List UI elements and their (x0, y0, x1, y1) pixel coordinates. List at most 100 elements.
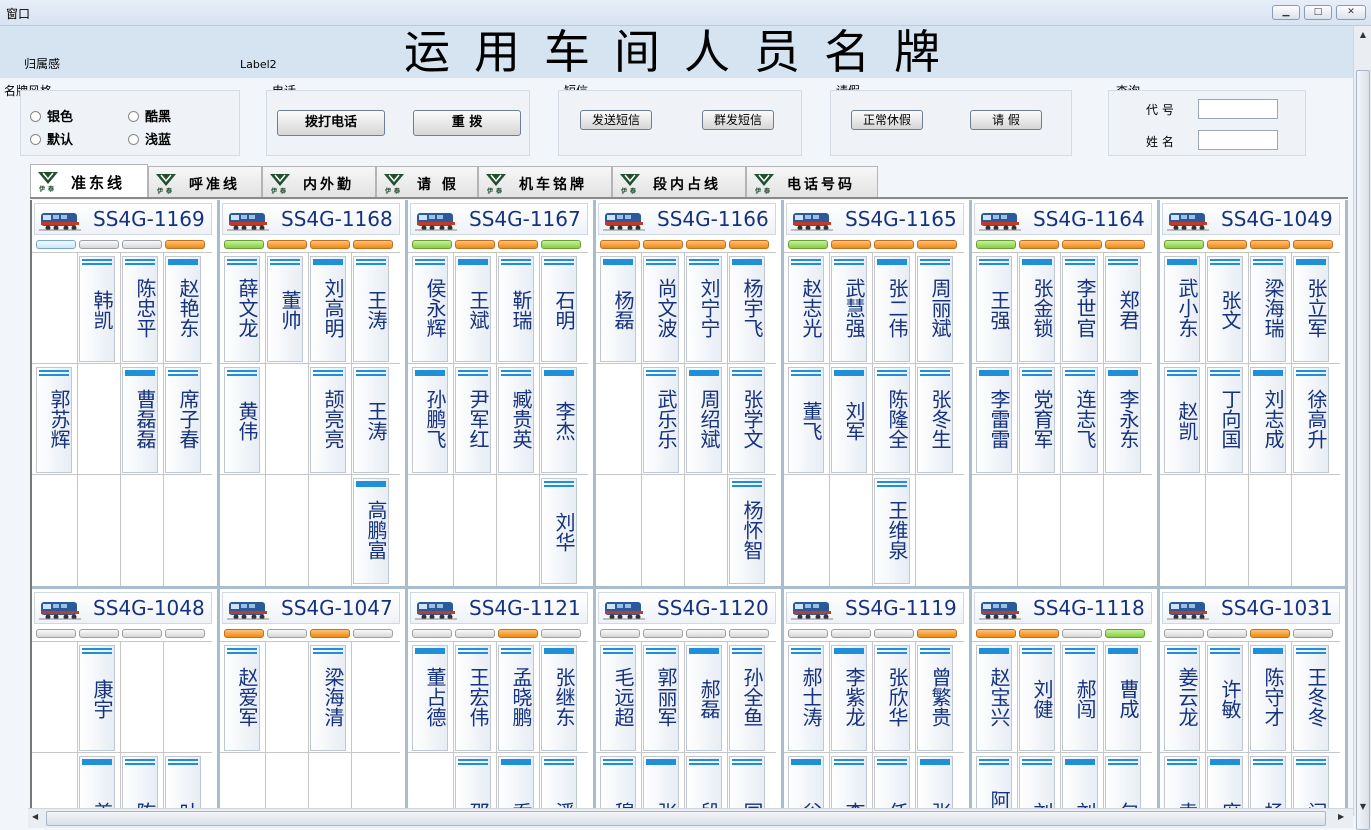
status-lamp[interactable] (874, 629, 914, 638)
crew-card[interactable]: 张立军 (1293, 256, 1329, 362)
crew-card[interactable]: 张冬生 (917, 367, 953, 473)
crew-card[interactable]: 赵爱军 (224, 645, 260, 751)
status-lamp[interactable] (643, 240, 683, 249)
status-lamp[interactable] (224, 240, 264, 249)
status-lamp[interactable] (831, 240, 871, 249)
crew-card[interactable]: 包 (1105, 756, 1141, 810)
locomotive-header[interactable]: SS4G-1049 (1162, 203, 1340, 235)
vertical-scroll-thumb[interactable] (1356, 70, 1370, 830)
crew-card[interactable]: 高鹏富 (353, 478, 389, 584)
crew-card[interactable]: 韩凯 (79, 256, 115, 362)
dial-button[interactable]: 拨打电话 (277, 110, 385, 136)
locomotive-header[interactable]: SS4G-1169 (34, 203, 212, 235)
crew-card[interactable]: 孙全鱼 (729, 645, 765, 751)
status-lamp[interactable] (788, 240, 828, 249)
locomotive-header[interactable]: SS4G-1047 (222, 592, 400, 624)
status-lamp[interactable] (1105, 240, 1145, 249)
name-input[interactable] (1198, 130, 1278, 150)
crew-card[interactable]: 张金锁 (1019, 256, 1055, 362)
crew-card[interactable]: 张 (643, 756, 679, 810)
crew-card[interactable]: 刘高明 (310, 256, 346, 362)
status-lamp[interactable] (600, 240, 640, 249)
status-lamp[interactable] (412, 629, 452, 638)
status-lamp[interactable] (831, 629, 871, 638)
crew-card[interactable]: 郝闯 (1062, 645, 1098, 751)
status-lamp[interactable] (1207, 629, 1247, 638)
close-icon[interactable]: ✕ (1336, 5, 1366, 20)
tab-1[interactable]: 伊泰 呼准线 (148, 166, 262, 198)
crew-card[interactable]: 许敏 (1207, 645, 1243, 751)
crew-card[interactable]: 郝磊 (686, 645, 722, 751)
minimize-icon[interactable]: ▁ (1272, 5, 1300, 20)
crew-card[interactable]: 陈守才 (1250, 645, 1286, 751)
crew-card[interactable]: 张文 (1207, 256, 1243, 362)
style-option-silver[interactable]: 银色 (30, 106, 73, 125)
crew-card[interactable]: 王斌 (455, 256, 491, 362)
status-lamp[interactable] (412, 240, 452, 249)
normal-leave-button[interactable]: 正常休假 (851, 110, 923, 130)
locomotive-header[interactable]: SS4G-1168 (222, 203, 400, 235)
crew-card[interactable]: 臧贵英 (498, 367, 534, 473)
crew-card[interactable]: 潘 (541, 756, 577, 810)
crew-card[interactable]: 王宏伟 (455, 645, 491, 751)
crew-card[interactable]: 赵宝兴 (976, 645, 1012, 751)
tab-0[interactable]: 伊泰 准东线 (30, 164, 148, 198)
status-lamp[interactable] (267, 240, 307, 249)
locomotive-header[interactable]: SS4G-1165 (786, 203, 964, 235)
crew-card[interactable]: 李永东 (1105, 367, 1141, 473)
crew-card[interactable]: 谷 (788, 756, 824, 810)
status-lamp[interactable] (1062, 629, 1102, 638)
status-lamp[interactable] (1164, 240, 1204, 249)
status-lamp[interactable] (1105, 629, 1145, 638)
status-lamp[interactable] (788, 629, 828, 638)
tab-3[interactable]: 伊泰 请 假 (376, 166, 478, 198)
status-lamp[interactable] (36, 629, 76, 638)
crew-card[interactable]: 郭丽军 (643, 645, 679, 751)
send-sms-button[interactable]: 发送短信 (580, 110, 652, 130)
crew-card[interactable]: 孟晓鹏 (498, 645, 534, 751)
status-lamp[interactable] (79, 629, 119, 638)
request-leave-button[interactable]: 请 假 (970, 110, 1042, 130)
status-lamp[interactable] (1250, 240, 1290, 249)
crew-card[interactable]: 李紫龙 (831, 645, 867, 751)
status-lamp[interactable] (643, 629, 683, 638)
crew-card[interactable]: 杨宇飞 (729, 256, 765, 362)
locomotive-header[interactable]: SS4G-1031 (1162, 592, 1340, 624)
crew-card[interactable]: 董占德 (412, 645, 448, 751)
crew-card[interactable]: 刘 (1019, 756, 1055, 810)
crew-card[interactable]: 曹磊磊 (122, 367, 158, 473)
crew-card[interactable]: 张欣华 (874, 645, 910, 751)
crew-card[interactable]: 王强 (976, 256, 1012, 362)
crew-card[interactable]: 周绍斌 (686, 367, 722, 473)
crew-card[interactable]: 曾繁贵 (917, 645, 953, 751)
crew-card[interactable]: 姜云龙 (1164, 645, 1200, 751)
crew-card[interactable]: 刘军 (831, 367, 867, 473)
horizontal-scrollbar[interactable]: ◀ ▶ (28, 808, 1353, 828)
crew-card[interactable]: 武慧强 (831, 256, 867, 362)
status-lamp[interactable] (541, 240, 581, 249)
crew-card[interactable]: 郭苏辉 (36, 367, 72, 473)
locomotive-header[interactable]: SS4G-1048 (34, 592, 212, 624)
status-lamp[interactable] (729, 629, 769, 638)
mass-sms-button[interactable]: 群发短信 (702, 110, 774, 130)
crew-card[interactable]: 王涛 (353, 256, 389, 362)
status-lamp[interactable] (36, 240, 76, 249)
crew-card[interactable]: 席 (1207, 756, 1243, 810)
crew-card[interactable]: 刘健 (1019, 645, 1055, 751)
status-lamp[interactable] (1293, 240, 1333, 249)
crew-card[interactable]: 孙鹏飞 (412, 367, 448, 473)
status-lamp[interactable] (686, 240, 726, 249)
crew-card[interactable]: 薛文龙 (224, 256, 260, 362)
status-lamp[interactable] (310, 629, 350, 638)
status-lamp[interactable] (976, 240, 1016, 249)
status-lamp[interactable] (1293, 629, 1333, 638)
scroll-left-icon[interactable]: ◀ (32, 812, 38, 821)
crew-card[interactable]: 尹军红 (455, 367, 491, 473)
crew-card[interactable]: 刘 (1062, 756, 1098, 810)
crew-card[interactable]: 赵凯 (1164, 367, 1200, 473)
crew-card[interactable]: 邵 (455, 756, 491, 810)
locomotive-header[interactable]: SS4G-1120 (598, 592, 776, 624)
status-lamp[interactable] (310, 240, 350, 249)
crew-card[interactable]: 王维泉 (874, 478, 910, 584)
status-lamp[interactable] (917, 629, 957, 638)
